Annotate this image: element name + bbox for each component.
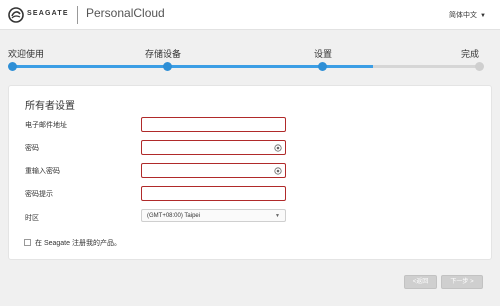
chevron-down-icon: ▼: [275, 213, 280, 219]
logo-divider: [77, 6, 78, 24]
email-field[interactable]: [141, 117, 286, 136]
owner-settings-panel: 所有者设置 电子邮件地址 密码 重输入密码 密码提示 时区 (GMT+08:00…: [8, 85, 492, 260]
step-dot: [318, 62, 327, 71]
email-label: 电子邮件地址: [25, 122, 67, 129]
confirm-password-input[interactable]: [142, 169, 285, 182]
top-bar: SEAGATE PersonalCloud 简体中文 ▼: [0, 0, 500, 30]
timezone-label: 时区: [25, 215, 39, 222]
reveal-password-icon[interactable]: [274, 167, 282, 175]
step-dot: [163, 62, 172, 71]
step-welcome-label: 欢迎使用: [8, 49, 45, 59]
timezone-select[interactable]: (GMT+08:00) Taipei ▼: [141, 209, 286, 222]
password-hint-label: 密码提示: [25, 191, 53, 198]
password-field[interactable]: [141, 140, 286, 159]
password-input[interactable]: [142, 146, 285, 159]
wizard-progress-track: [12, 65, 481, 68]
step-finish-label: 完成: [461, 49, 480, 59]
password-label: 密码: [25, 145, 39, 152]
register-product-label: 在 Seagate 注册我的产品。: [35, 240, 121, 247]
language-selector[interactable]: 简体中文 ▼: [449, 10, 486, 20]
section-title: 所有者设置: [25, 101, 75, 112]
reveal-password-icon[interactable]: [274, 144, 282, 152]
step-settings-label: 设置: [314, 49, 333, 59]
register-product-checkbox[interactable]: [24, 239, 31, 246]
product-name: PersonalCloud: [86, 6, 165, 20]
step-storage-label: 存储设备: [145, 49, 182, 59]
language-label: 简体中文: [449, 12, 478, 19]
password-hint-input[interactable]: [142, 192, 285, 205]
brand-name: SEAGATE: [27, 10, 69, 17]
caret-down-icon: ▼: [480, 13, 486, 19]
step-dot: [475, 62, 484, 71]
confirm-password-field[interactable]: [141, 163, 286, 182]
confirm-password-label: 重输入密码: [25, 168, 60, 175]
password-hint-field[interactable]: [141, 186, 286, 205]
next-button[interactable]: 下一步 >: [441, 275, 483, 289]
seagate-logo-icon: [8, 7, 24, 23]
email-input[interactable]: [142, 123, 285, 136]
back-button[interactable]: <返回: [404, 275, 437, 289]
timezone-value: (GMT+08:00) Taipei: [147, 213, 201, 219]
step-dot: [8, 62, 17, 71]
